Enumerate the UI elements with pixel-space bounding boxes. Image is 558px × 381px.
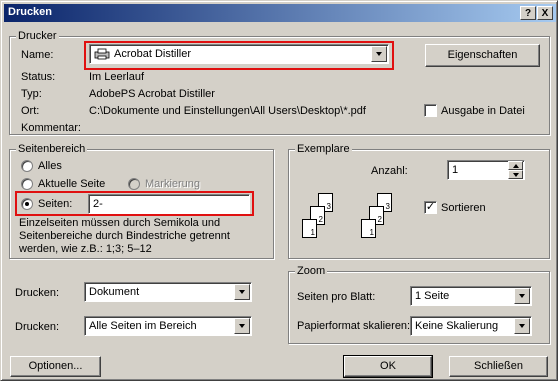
close-button[interactable]: Schließen — [449, 356, 548, 377]
collate-label[interactable]: Sortieren — [441, 202, 486, 214]
scale-label: Papierformat skalieren: — [297, 320, 411, 332]
chevron-up-icon — [512, 163, 519, 168]
page-range-group-label: Seitenbereich — [16, 143, 88, 155]
page-range-help-line2: Seitenbereiche durch Bindestriche getren… — [19, 230, 230, 242]
zoom-group-label: Zoom — [295, 265, 328, 277]
printer-name-label: Name: — [21, 49, 54, 61]
status-label: Status: — [21, 71, 56, 83]
help-button[interactable]: ? — [520, 6, 536, 20]
scale-select[interactable]: Keine Skalierung — [410, 316, 532, 336]
print-what-value: Dokument — [89, 286, 140, 298]
chevron-down-icon — [512, 172, 519, 177]
pages-per-sheet-dropdown-button[interactable] — [514, 288, 530, 304]
copies-count-value: 1 — [452, 164, 459, 176]
close-window-button[interactable]: X — [537, 6, 553, 20]
chevron-down-icon — [519, 294, 525, 298]
spin-down-button[interactable] — [508, 170, 523, 179]
properties-button[interactable]: Eigenschaften — [425, 44, 540, 67]
print-range-select[interactable]: Alle Seiten im Bereich — [84, 316, 252, 336]
copies-count-spinner[interactable]: 1 — [447, 160, 525, 180]
printer-group-label: Drucker — [16, 30, 59, 42]
options-button[interactable]: Optionen... — [10, 356, 101, 377]
chevron-down-icon — [519, 324, 525, 328]
ok-button[interactable]: OK — [343, 355, 433, 378]
highlight-printer-name — [84, 41, 394, 70]
print-to-file-label[interactable]: Ausgabe in Datei — [441, 105, 525, 117]
scale-value: Keine Skalierung — [415, 320, 499, 332]
page-range-help-line3: werden, wie z.B.: 1;3; 5–12 — [19, 243, 152, 255]
print-range-label: Drucken: — [15, 321, 60, 333]
chevron-down-icon — [239, 290, 245, 294]
chevron-down-icon — [239, 324, 245, 328]
pages-per-sheet-value: 1 Seite — [415, 290, 450, 302]
radio-selection-label: Markierung — [145, 178, 201, 190]
radio-current-page-label[interactable]: Aktuelle Seite — [38, 178, 105, 190]
page-range-help-line1: Einzelseiten müssen durch Semikola und — [19, 217, 221, 229]
title-bar[interactable]: Drucken ? X — [4, 4, 556, 22]
page-icon: 1 — [361, 219, 376, 238]
location-label: Ort: — [21, 105, 40, 117]
print-what-select[interactable]: Dokument — [84, 282, 252, 302]
print-to-file-checkbox[interactable] — [424, 104, 437, 117]
type-label: Typ: — [21, 88, 42, 100]
window-title: Drucken — [8, 6, 53, 18]
copies-group-label: Exemplare — [295, 143, 352, 155]
type-value: AdobePS Acrobat Distiller — [89, 88, 215, 100]
print-range-dropdown-button[interactable] — [234, 318, 250, 334]
print-dialog: Drucken ? X Drucker Name: Acrobat Distil… — [0, 0, 558, 381]
print-what-label: Drucken: — [15, 287, 60, 299]
page-icon: 1 — [302, 219, 317, 238]
status-value: Im Leerlauf — [89, 71, 145, 83]
collate-checkbox[interactable]: ✓ — [424, 201, 437, 214]
highlight-pages — [15, 191, 254, 216]
pages-per-sheet-label: Seiten pro Blatt: — [297, 291, 376, 303]
copies-count-label: Anzahl: — [371, 165, 408, 177]
location-value: C:\Dokumente und Einstellungen\All Users… — [89, 105, 366, 117]
print-range-value: Alle Seiten im Bereich — [89, 320, 197, 332]
radio-current-page[interactable] — [21, 178, 33, 190]
spin-up-button[interactable] — [508, 161, 523, 170]
radio-selection — [128, 178, 140, 190]
pages-per-sheet-select[interactable]: 1 Seite — [410, 286, 532, 306]
print-what-dropdown-button[interactable] — [234, 284, 250, 300]
radio-all[interactable] — [21, 160, 33, 172]
scale-dropdown-button[interactable] — [514, 318, 530, 334]
radio-all-label[interactable]: Alles — [38, 160, 62, 172]
comment-label: Kommentar: — [21, 122, 81, 134]
